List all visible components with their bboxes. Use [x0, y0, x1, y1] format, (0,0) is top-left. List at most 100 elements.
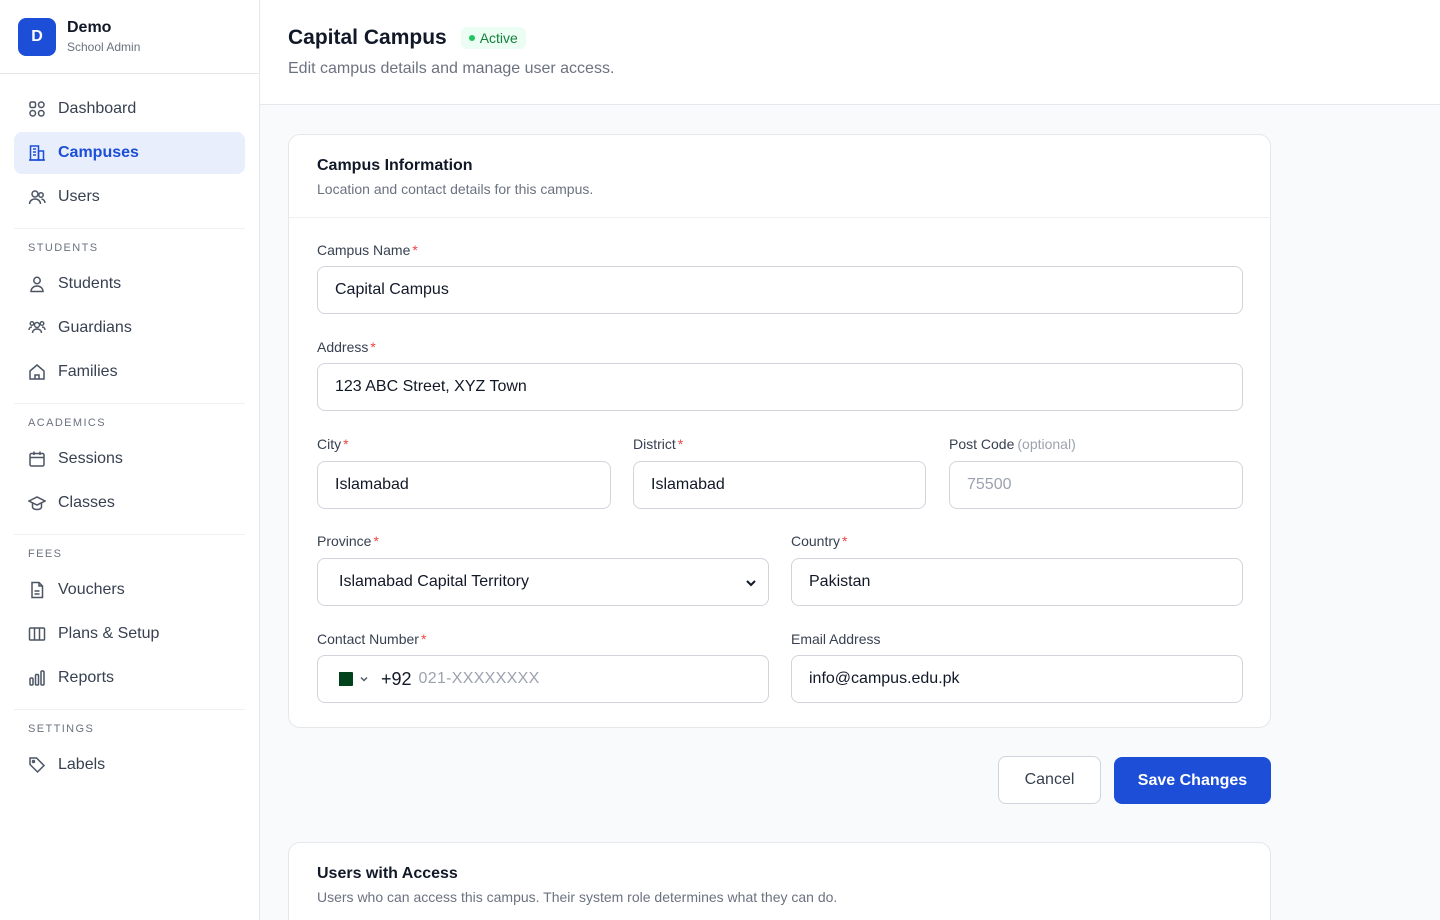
divider	[14, 403, 245, 404]
page-subtitle: Edit campus details and manage user acce…	[288, 60, 615, 77]
users-icon	[28, 188, 46, 206]
card-description: Location and contact details for this ca…	[317, 181, 594, 197]
sidebar-item-label: Users	[58, 188, 100, 205]
sidebar-item-label: Campuses	[58, 144, 139, 161]
card-header: Campus Information Location and contact …	[289, 135, 1270, 218]
email-address-label: Email Address	[791, 630, 880, 648]
cancel-button[interactable]: Cancel	[998, 756, 1101, 804]
province-label-text: Province	[317, 533, 372, 549]
phone-prefix: +92	[381, 668, 412, 689]
pakistan-flag-icon[interactable]	[335, 672, 353, 686]
province-selected-value: Islamabad Capital Territory	[339, 573, 530, 590]
divider	[14, 709, 245, 710]
sidebar-item-reports[interactable]: Reports	[14, 657, 245, 699]
sidebar-item-vouchers[interactable]: Vouchers	[14, 569, 245, 611]
sidebar-item-students[interactable]: Students	[14, 263, 245, 305]
sidebar-item-label: Labels	[58, 756, 106, 773]
columns-icon	[28, 625, 46, 643]
campus-name-label: Campus Name *	[317, 241, 418, 259]
status-label: Active	[479, 30, 518, 46]
city-input[interactable]: Islamabad	[317, 461, 611, 509]
card-title: Campus Information	[317, 157, 473, 174]
required-marker: *	[343, 436, 349, 452]
sidebar-item-label: Plans & Setup	[58, 625, 160, 642]
bar-chart-icon	[28, 669, 46, 687]
page-title: Capital Campus	[288, 26, 447, 49]
guardians-icon	[28, 319, 46, 337]
page-header: Capital Campus Active Edit campus detail…	[260, 0, 1440, 105]
required-marker: *	[370, 339, 376, 355]
sidebar-item-classes[interactable]: Classes	[14, 482, 245, 524]
tag-icon	[28, 756, 46, 774]
post-code-input[interactable]: 75500	[949, 461, 1243, 509]
post-code-label-text: Post Code	[949, 436, 1015, 452]
chevron-down-icon	[746, 580, 756, 587]
divider	[14, 534, 245, 535]
sidebar-nav: Dashboard Campuses Users STUDENTS Studen…	[0, 74, 259, 786]
required-marker: *	[677, 436, 684, 452]
required-marker: *	[420, 631, 427, 647]
graduation-cap-icon	[28, 494, 46, 512]
optional-marker: (optional)	[1017, 436, 1076, 452]
brand[interactable]: D Demo School Admin	[0, 0, 259, 74]
contact-number-label-text: Contact Number	[317, 631, 419, 647]
status-dot-icon	[468, 35, 475, 41]
card-description: Users who can access this campus. Their …	[317, 889, 838, 905]
district-input[interactable]: Islamabad	[633, 461, 926, 509]
chevron-down-icon[interactable]	[359, 674, 369, 684]
sidebar-item-guardians[interactable]: Guardians	[14, 307, 245, 349]
nav-heading-students: STUDENTS	[28, 242, 99, 254]
nav-heading-settings: SETTINGS	[28, 723, 95, 735]
contact-number-input[interactable]: +92 021-XXXXXXXX	[317, 655, 769, 703]
address-input[interactable]: 123 ABC Street, XYZ Town	[317, 363, 1243, 411]
building-icon	[28, 144, 46, 162]
campus-name-input[interactable]: Capital Campus	[317, 266, 1243, 314]
country-input[interactable]: Pakistan	[791, 558, 1243, 606]
sidebar-item-sessions[interactable]: Sessions	[14, 438, 245, 480]
sidebar-item-dashboard[interactable]: Dashboard	[14, 88, 245, 130]
brand-name: Demo	[67, 19, 112, 36]
sidebar-item-label: Guardians	[58, 319, 132, 336]
email-address-label-text: Email Address	[791, 631, 881, 647]
campus-name-label-text: Campus Name	[317, 242, 411, 258]
sidebar-item-label: Families	[58, 363, 118, 380]
address-label: Address *	[317, 338, 376, 356]
calendar-icon	[28, 450, 46, 468]
sidebar-item-label: Vouchers	[58, 581, 125, 598]
city-label: City *	[317, 435, 349, 453]
required-marker: *	[373, 533, 379, 549]
divider	[14, 228, 245, 229]
province-label: Province *	[317, 532, 379, 550]
brand-role: School Admin	[67, 40, 141, 54]
nav-heading-academics: ACADEMICS	[28, 417, 106, 429]
sidebar-item-campuses[interactable]: Campuses	[14, 132, 245, 174]
nav-heading-fees: FEES	[28, 548, 63, 560]
sidebar-item-users[interactable]: Users	[14, 176, 245, 218]
city-label-text: City	[317, 436, 342, 452]
province-select[interactable]: Islamabad Capital Territory	[317, 558, 769, 606]
district-label-text: District	[633, 436, 676, 452]
post-code-label: Post Code (optional)	[949, 435, 1076, 453]
contact-number-label: Contact Number *	[317, 630, 426, 648]
district-label: District *	[633, 435, 683, 453]
sidebar-item-label: Reports	[58, 669, 115, 686]
sidebar-item-label: Dashboard	[58, 100, 137, 117]
sidebar-item-families[interactable]: Families	[14, 351, 245, 393]
save-changes-button[interactable]: Save Changes	[1114, 757, 1271, 804]
country-label: Country *	[791, 532, 847, 550]
brand-logo: D	[18, 17, 56, 56]
sidebar: D Demo School Admin Dashboard Campuses U…	[0, 0, 260, 920]
sidebar-item-plans-setup[interactable]: Plans & Setup	[14, 613, 245, 655]
sidebar-item-label: Sessions	[58, 450, 123, 467]
user-icon	[28, 275, 46, 293]
status-badge: Active	[460, 27, 526, 49]
campus-information-card: Campus Information Location and contact …	[288, 134, 1271, 728]
home-icon	[28, 363, 46, 381]
sidebar-item-labels[interactable]: Labels	[14, 744, 245, 786]
users-with-access-card: Users with Access Users who can access t…	[288, 842, 1271, 920]
email-field[interactable]: info@campus.edu.pk	[791, 655, 1243, 703]
sidebar-item-label: Classes	[58, 494, 115, 511]
card-title: Users with Access	[317, 865, 458, 882]
required-marker: *	[412, 242, 418, 258]
document-icon	[28, 581, 46, 599]
